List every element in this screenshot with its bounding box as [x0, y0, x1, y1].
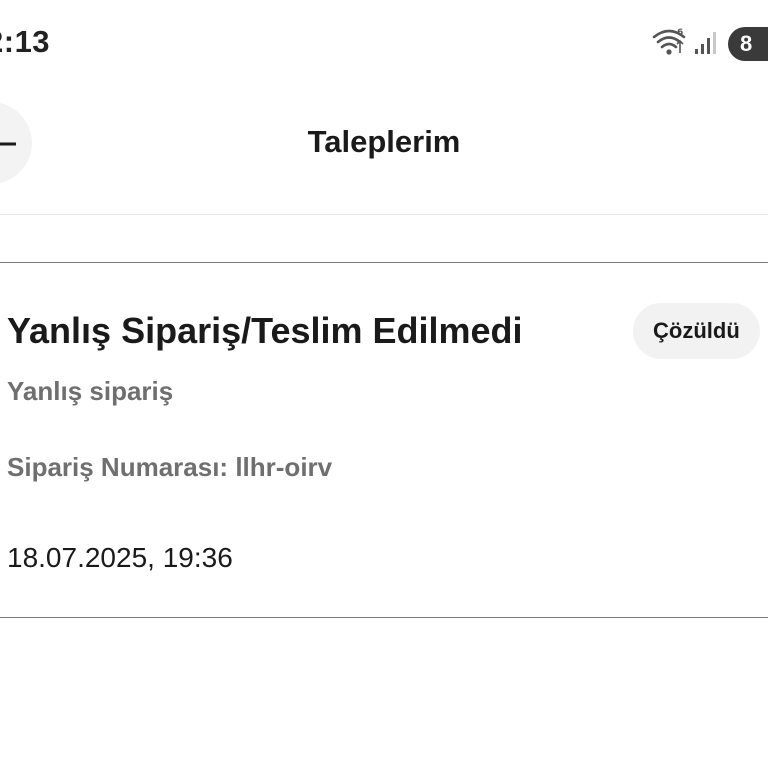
status-time: 2:13 [0, 24, 51, 59]
status-badge: Çözüldü [633, 303, 760, 359]
svg-text:6: 6 [677, 28, 683, 38]
request-card[interactable]: Yanlış Sipariş/Teslim Edilmedi Çözüldü Y… [0, 262, 768, 618]
request-title: Yanlış Sipariş/Teslim Edilmedi [7, 310, 523, 351]
header-divider [0, 214, 768, 215]
screen: 2:13 6 8 [0, 0, 768, 768]
wifi-icon: 6 [652, 27, 686, 62]
request-subtitle: Yanlış sipariş [7, 376, 174, 406]
page-title: Taleplerim [307, 124, 461, 159]
order-number-line: Sipariş Numarası: llhr-oirv [7, 449, 332, 485]
app-header: Taleplerim [0, 100, 768, 184]
status-icons: 6 8 [652, 26, 768, 62]
order-number-label: Sipariş Numarası: [7, 452, 229, 482]
order-number-value: llhr-oirv [235, 452, 333, 482]
battery-icon: 8 [728, 27, 768, 61]
signal-icon [694, 29, 720, 60]
request-date: 18.07.2025, 19:36 [7, 542, 233, 573]
